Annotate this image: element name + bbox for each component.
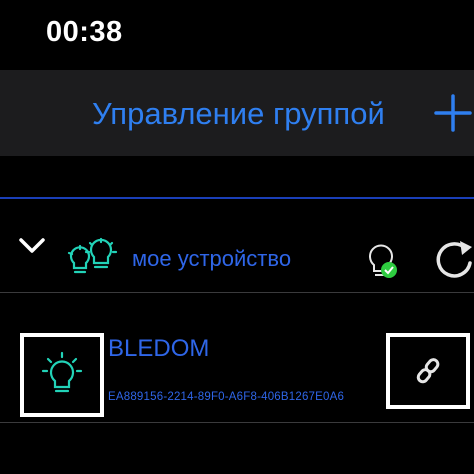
group-name[interactable]: мое устройство (132, 246, 291, 272)
bulb-icon (41, 351, 83, 393)
device-icon-highlight[interactable] (20, 333, 104, 417)
refresh-icon[interactable] (436, 239, 474, 281)
navigation-bar: Управление группой (0, 70, 474, 156)
page-title: Управление группой (92, 96, 385, 131)
device-uuid: EA889156-2214-89F0-A6F8-406B1267E0A6 (108, 391, 345, 403)
device-name[interactable]: BLEDOM (108, 335, 209, 363)
device-row[interactable]: BLEDOM EA889156-2214-89F0-A6F8-406B1267E… (0, 293, 474, 423)
link-button[interactable] (386, 333, 470, 409)
plus-icon[interactable] (432, 92, 474, 134)
status-time: 00:38 (46, 16, 123, 48)
section-gap (0, 156, 474, 197)
group-row[interactable]: мое устройство (0, 197, 474, 293)
link-icon (416, 358, 440, 384)
status-bar: 00:38 (0, 0, 474, 70)
chevron-down-icon[interactable] (18, 237, 46, 255)
bulb-connected-icon (369, 244, 397, 278)
bulbs-group-icon (67, 237, 118, 274)
